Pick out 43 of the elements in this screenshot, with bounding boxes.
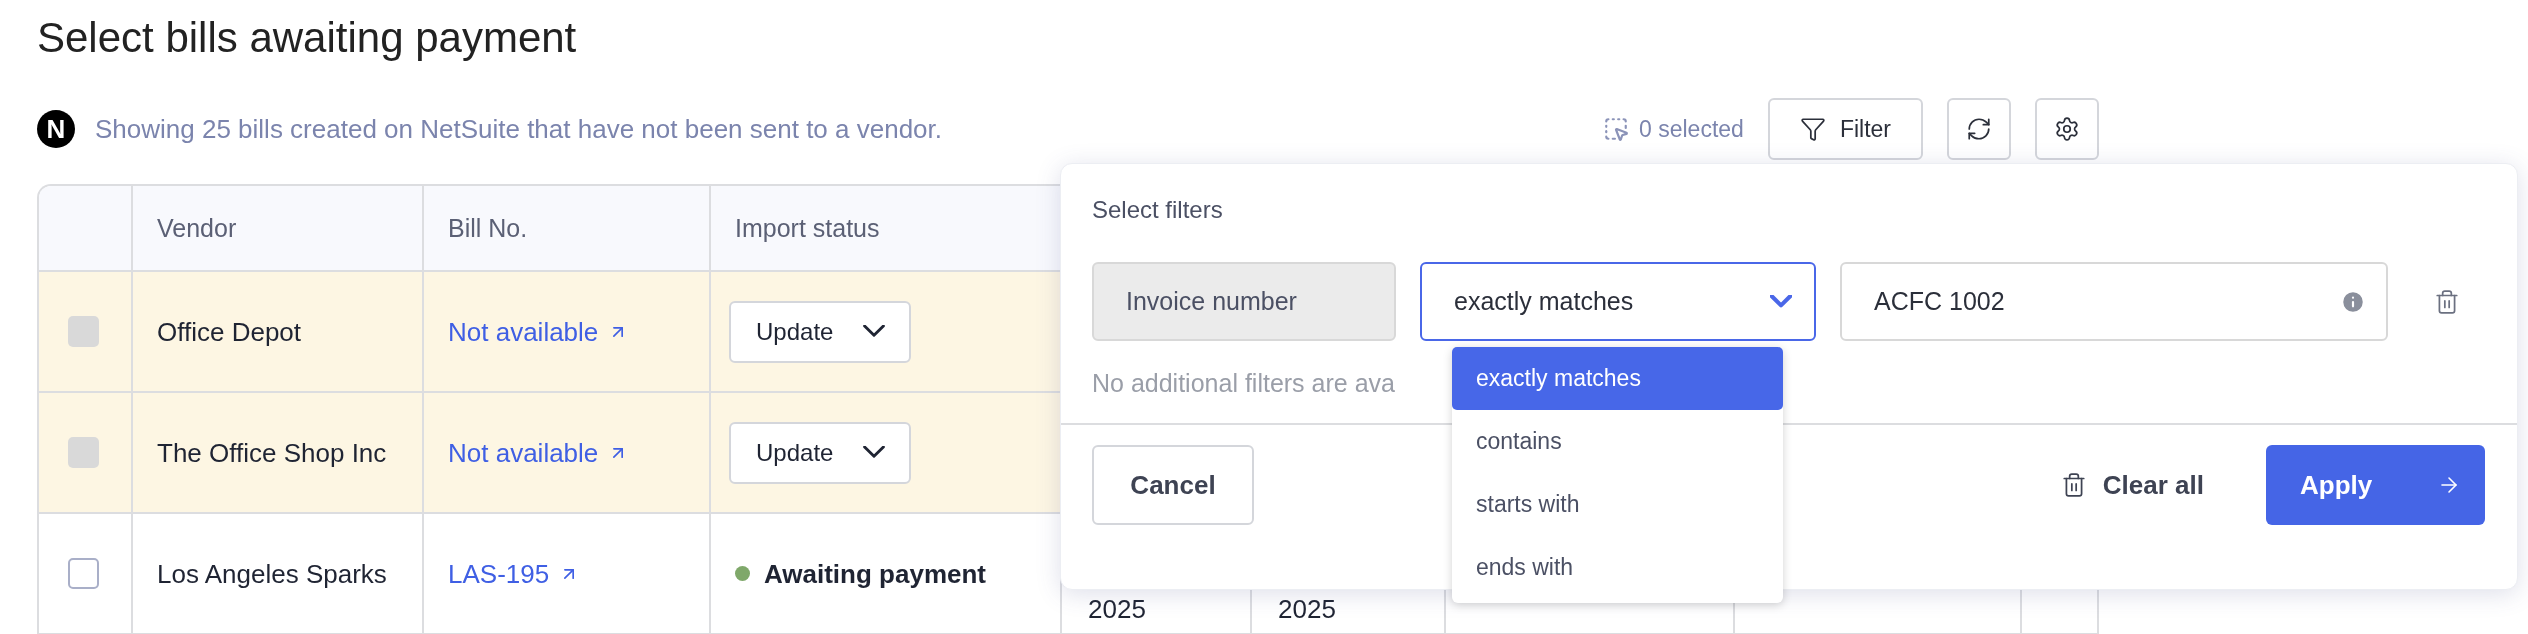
bill-link[interactable]: Not available bbox=[448, 437, 629, 468]
delete-icon[interactable] bbox=[2434, 288, 2460, 315]
operator-select[interactable]: exactly matches bbox=[1420, 262, 1816, 341]
netsuite-logo: N bbox=[37, 110, 75, 148]
menu-option[interactable]: starts with bbox=[1452, 473, 1783, 536]
filter-field: Invoice number bbox=[1092, 262, 1396, 341]
status-label: Awaiting payment bbox=[764, 558, 986, 589]
menu-option[interactable]: exactly matches bbox=[1452, 347, 1783, 410]
trash-icon bbox=[2060, 472, 2087, 498]
table-cell: 2025 bbox=[1088, 594, 1146, 624]
panel-title: Select filters bbox=[1091, 195, 1224, 225]
clear-all-button[interactable]: Clear all bbox=[2054, 468, 2210, 502]
status-dropdown[interactable]: Update bbox=[729, 300, 912, 363]
cancel-button[interactable]: Cancel bbox=[1092, 445, 1254, 525]
filters-note: No additional filters are ava bbox=[1092, 368, 1395, 399]
table-cell: 2025 bbox=[1278, 594, 1336, 624]
bill-link[interactable]: LAS-195 bbox=[448, 558, 580, 589]
page-title: Select bills awaiting payment bbox=[37, 13, 578, 63]
chevron-down-icon bbox=[863, 325, 886, 338]
selected-count: 0 selected bbox=[1639, 115, 1744, 143]
column-header: Import status bbox=[735, 213, 880, 243]
settings-icon bbox=[2054, 116, 2080, 142]
column-header: Bill No. bbox=[448, 213, 528, 243]
menu-option[interactable]: contains bbox=[1452, 410, 1783, 473]
column-header: Vendor bbox=[157, 213, 237, 243]
value-field[interactable]: ACFC 1002 bbox=[1840, 262, 2388, 341]
source-description: Showing 25 bills created on NetSuite that have not been sent to a vendor. bbox=[95, 113, 943, 145]
settings-button[interactable] bbox=[2035, 98, 2099, 160]
selection-cursor-icon bbox=[1603, 116, 1629, 142]
row-checkbox[interactable] bbox=[68, 558, 99, 589]
refresh-icon bbox=[1966, 116, 1992, 142]
apply-button[interactable]: Apply bbox=[2266, 445, 2485, 525]
vendor-name: The Office Shop Inc bbox=[157, 437, 387, 468]
refresh-button[interactable] bbox=[1947, 98, 2011, 160]
filter-button[interactable]: Filter bbox=[1767, 98, 1923, 160]
vendor-name: Los Angeles Sparks bbox=[157, 558, 387, 589]
chevron-down-icon bbox=[1770, 295, 1792, 308]
menu-option[interactable]: ends with bbox=[1452, 536, 1783, 599]
bill-link[interactable]: Not available bbox=[448, 316, 629, 347]
status-dropdown[interactable]: Update bbox=[729, 421, 912, 484]
chevron-down-icon bbox=[863, 446, 886, 459]
vendor-name: Office Depot bbox=[157, 316, 302, 347]
funnel-icon bbox=[1799, 116, 1826, 142]
